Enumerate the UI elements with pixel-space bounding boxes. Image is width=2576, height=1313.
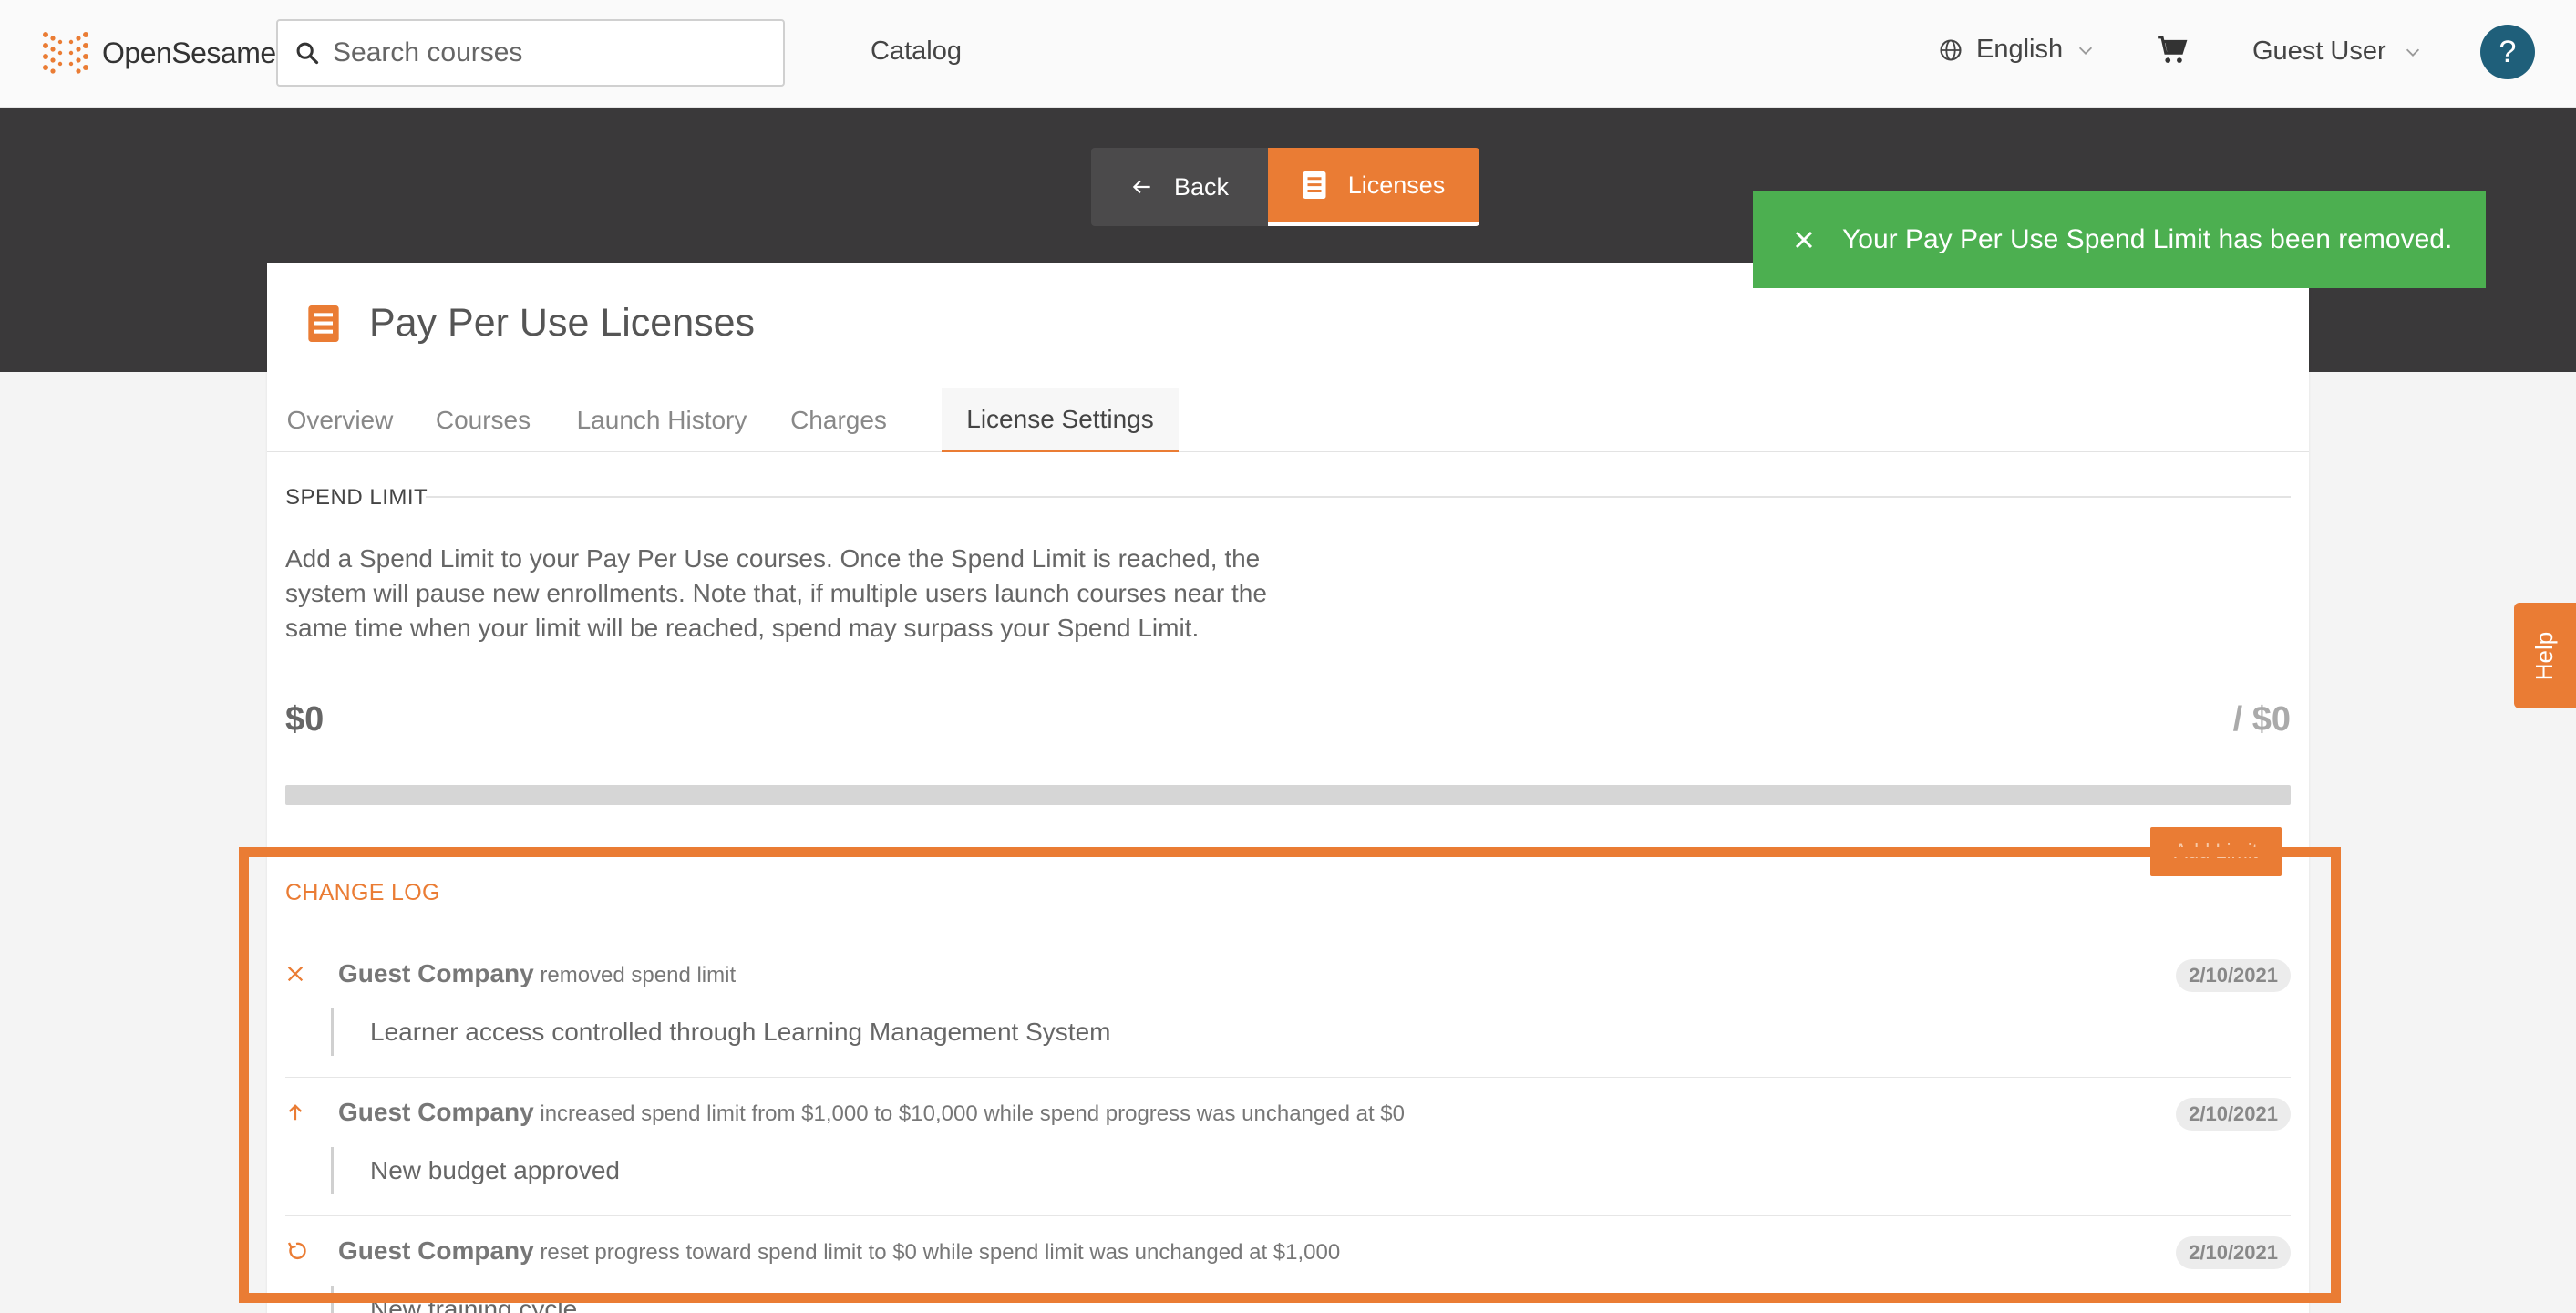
nav-button-group: Back Licenses (1091, 148, 1479, 226)
change-log-divider (285, 1077, 2291, 1078)
change-log-text: Guest Company reset progress toward spen… (338, 1236, 1340, 1266)
licenses-button[interactable]: Licenses (1268, 148, 1479, 226)
shopping-cart-icon (2158, 36, 2188, 63)
language-label: English (1976, 35, 2064, 64)
user-name: Guest User (2252, 36, 2386, 66)
change-log-actor: Guest Company (338, 1236, 534, 1265)
spend-progress-bar (285, 785, 2291, 805)
add-limit-button[interactable]: Add Limit (2150, 827, 2282, 876)
search-box[interactable] (276, 19, 785, 87)
cart-button[interactable] (2155, 33, 2190, 72)
change-log-actor: Guest Company (338, 959, 534, 987)
logo-text: OpenSesame (102, 36, 276, 69)
tab-overview[interactable]: Overview (285, 388, 395, 452)
back-button[interactable]: Back (1091, 148, 1268, 226)
change-log-action: increased spend limit from $1,000 to $10… (540, 1101, 1405, 1126)
page-title: Pay Per Use Licenses (369, 301, 756, 345)
reset-icon (285, 1233, 320, 1269)
change-log-note: Learner access controlled through Learni… (331, 1008, 2291, 1056)
success-toast: Your Pay Per Use Spend Limit has been re… (1753, 191, 2486, 288)
tab-license-settings[interactable]: License Settings (942, 388, 1179, 452)
help-button[interactable]: ? (2480, 25, 2535, 79)
side-help-label: Help (2530, 631, 2559, 680)
tab-charges[interactable]: Charges (790, 388, 887, 452)
close-icon (285, 956, 320, 992)
language-selector[interactable]: English (1938, 35, 2096, 65)
catalog-link[interactable]: Catalog (871, 36, 962, 67)
change-log-action: reset progress toward spend limit to $0 … (540, 1240, 1341, 1265)
change-log-text: Guest Company increased spend limit from… (338, 1098, 1405, 1127)
section-divider (426, 496, 2291, 498)
document-list-icon (1303, 171, 1326, 199)
search-icon (296, 42, 319, 65)
change-log-action: removed spend limit (540, 963, 737, 987)
licenses-card: Pay Per Use Licenses Overview Courses La… (267, 263, 2309, 1313)
change-log-divider (285, 1215, 2291, 1216)
page-header: Pay Per Use Licenses (307, 301, 755, 346)
licenses-label: Licenses (1347, 171, 1446, 199)
tab-bar: Overview Courses Launch History Charges … (267, 388, 2309, 452)
globe-icon (1940, 38, 1962, 61)
change-log-heading: CHANGE LOG (285, 880, 440, 905)
change-log-entry: Guest Company increased spend limit from… (285, 1094, 2291, 1194)
change-log-date: 2/10/2021 (2176, 1098, 2291, 1131)
spend-limit-heading: SPEND LIMIT (285, 485, 428, 510)
spend-limit-description: Add a Spend Limit to your Pay Per Use co… (285, 544, 1267, 642)
side-help-tab[interactable]: Help (2514, 603, 2576, 708)
change-log-date: 2/10/2021 (2176, 1236, 2291, 1269)
change-log-note: New training cycle (331, 1286, 2291, 1313)
change-log-entry: Guest Company removed spend limit 2/10/2… (285, 956, 2291, 1056)
close-icon[interactable] (1793, 229, 1815, 251)
search-input[interactable] (333, 37, 752, 68)
opensesame-logo[interactable]: OpenSesame (40, 27, 276, 78)
tab-courses[interactable]: Courses (433, 388, 533, 452)
arrow-up-icon (285, 1094, 320, 1131)
document-list-icon (308, 305, 339, 342)
chevron-down-icon (2406, 48, 2419, 57)
spent-amount: $0 (285, 700, 325, 739)
chevron-down-icon (2079, 47, 2093, 55)
change-log-text: Guest Company removed spend limit (338, 959, 736, 988)
top-header: OpenSesame Catalog English Guest User ? (0, 0, 2576, 108)
limit-amount: / $0 (2232, 700, 2291, 739)
logo-mark-icon (43, 32, 88, 74)
change-log-actor: Guest Company (338, 1098, 534, 1126)
tab-launch-history[interactable]: Launch History (573, 388, 750, 452)
change-log-entry: Guest Company reset progress toward spen… (285, 1233, 2291, 1313)
back-label: Back (1173, 172, 1230, 201)
arrow-left-icon (1132, 180, 1150, 194)
toast-message: Your Pay Per Use Spend Limit has been re… (1842, 224, 2453, 254)
change-log-note: New budget approved (331, 1147, 2291, 1194)
user-menu[interactable]: Guest User (2252, 36, 2423, 67)
change-log-date: 2/10/2021 (2176, 959, 2291, 992)
